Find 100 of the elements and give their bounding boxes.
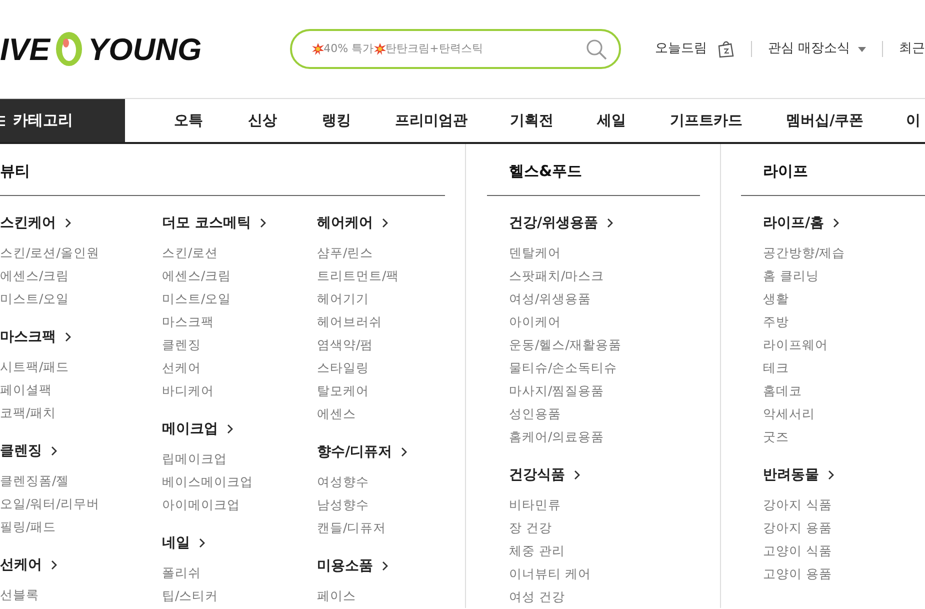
category-link[interactable]: 고양이 용품 <box>763 562 925 585</box>
category-group-link[interactable]: 더모 코스메틱 <box>162 213 266 233</box>
category-link[interactable]: 미스트/오일 <box>162 287 317 310</box>
category-link[interactable]: 스타일링 <box>317 356 457 379</box>
nav-link[interactable]: 오특 <box>174 113 203 130</box>
category-link[interactable]: 홈데코 <box>763 379 925 402</box>
category-link[interactable]: 마사지/찜질용품 <box>509 379 709 402</box>
category-group-link[interactable]: 향수/디퓨저 <box>317 442 408 462</box>
category-link[interactable]: 염색약/펌 <box>317 333 457 356</box>
nav-link[interactable]: 신상 <box>248 113 277 130</box>
category-link[interactable]: 이너뷰티 케어 <box>509 562 709 585</box>
category-group-link[interactable]: 헤어케어 <box>317 213 388 233</box>
category-link[interactable]: 홈케어/의료용품 <box>509 425 709 448</box>
category-group-link[interactable]: 클렌징 <box>0 441 57 461</box>
category-group-link[interactable]: 라이프/홈 <box>763 213 840 233</box>
category-link[interactable]: 남성향수 <box>317 493 457 516</box>
header-link[interactable]: 오늘드림 <box>654 39 735 59</box>
logo-o-icon[interactable] <box>54 30 84 68</box>
category-link[interactable]: 공간방향/제습 <box>763 241 925 264</box>
category-link[interactable]: 페이셜팩 <box>0 378 162 401</box>
category-link[interactable]: 베이스메이크업 <box>162 470 317 493</box>
category-group-link[interactable]: 마스크팩 <box>0 327 71 347</box>
category-group-link[interactable]: 메이크업 <box>162 419 233 439</box>
nav-link[interactable]: 기획전 <box>510 113 554 130</box>
category-group-link[interactable]: 선케어 <box>0 555 57 575</box>
category-link[interactable]: 클렌징폼/젤 <box>0 469 162 492</box>
category-link[interactable]: 스팟패치/마스크 <box>509 264 709 287</box>
nav-link[interactable]: 프리미엄관 <box>395 113 468 130</box>
category-link[interactable]: 에센스/크림 <box>0 264 162 287</box>
menu-icon <box>0 114 5 126</box>
category-link[interactable]: 강아지 용품 <box>763 516 925 539</box>
category-link[interactable]: 스킨/로션 <box>162 241 317 264</box>
category-link[interactable]: 물티슈/손소독티슈 <box>509 356 709 379</box>
category-link[interactable]: 고양이 식품 <box>763 539 925 562</box>
category-link[interactable]: 강아지 식품 <box>763 493 925 516</box>
logo-text[interactable]: IVE <box>0 34 50 64</box>
search-field[interactable]: 40% 특가 탄탄크림+탄력스틱 <box>290 29 621 69</box>
category-link[interactable]: 미스트/오일 <box>0 287 162 310</box>
category-link[interactable]: 탈모케어 <box>317 379 457 402</box>
category-link[interactable]: 코팩/패치 <box>0 401 162 424</box>
category-link[interactable]: 장 건강 <box>509 516 709 539</box>
category-link[interactable]: 에센스/크림 <box>162 264 317 287</box>
category-link[interactable]: 라이프웨어 <box>763 333 925 356</box>
category-link[interactable]: 여성 건강 <box>509 585 709 608</box>
logo-text[interactable]: YOUNG <box>88 34 202 64</box>
category-link[interactable]: 립메이크업 <box>162 447 317 470</box>
category-link[interactable]: 페이스 <box>317 584 457 607</box>
category-link[interactable]: 바디케어 <box>162 379 317 402</box>
category-group-link[interactable]: 미용소품 <box>317 556 388 576</box>
category-link[interactable]: 에센스 <box>317 402 457 425</box>
category-link[interactable]: 성인용품 <box>509 402 709 425</box>
chevron-right-icon <box>65 332 71 342</box>
category-link[interactable]: 주방 <box>763 310 925 333</box>
category-link[interactable]: 폴리쉬 <box>162 561 317 584</box>
category-link[interactable]: 체중 관리 <box>509 539 709 562</box>
category-button[interactable]: 카테고리 <box>0 99 125 142</box>
category-link[interactable]: 팁/스티커 <box>162 584 317 607</box>
category-link[interactable]: 캔들/디퓨저 <box>317 516 457 539</box>
category-link[interactable]: 여성향수 <box>317 470 457 493</box>
category-link[interactable]: 테크 <box>763 356 925 379</box>
category-group-link[interactable]: 네일 <box>162 533 205 553</box>
category-link[interactable]: 아이케어 <box>509 310 709 333</box>
section-heading: 헬스&푸드 <box>487 144 700 196</box>
chevron-right-icon <box>65 218 71 228</box>
nav-link[interactable]: 이 <box>906 113 920 130</box>
chevron-right-icon <box>607 218 614 228</box>
category-link[interactable]: 헤어기기 <box>317 287 457 310</box>
category-link[interactable]: 악세서리 <box>763 402 925 425</box>
category-link[interactable]: 홈 클리닝 <box>763 264 925 287</box>
nav-link[interactable]: 기프트카드 <box>670 113 742 130</box>
nav-link[interactable]: 랭킹 <box>322 113 351 130</box>
category-link[interactable]: 운동/헬스/재활용품 <box>509 333 709 356</box>
explosion-icon <box>374 43 386 55</box>
category-link[interactable]: 선블록 <box>0 583 162 606</box>
header-link[interactable]: 최근 <box>899 39 925 59</box>
search-icon[interactable] <box>586 38 607 60</box>
category-link[interactable]: 덴탈케어 <box>509 241 709 264</box>
category-link[interactable]: 여성/위생용품 <box>509 287 709 310</box>
category-link[interactable]: 오일/워터/리무버 <box>0 492 162 515</box>
category-link[interactable]: 선케어 <box>162 356 317 379</box>
category-link[interactable]: 생활 <box>763 287 925 310</box>
chevron-right-icon <box>51 446 57 456</box>
category-link[interactable]: 트리트먼트/팩 <box>317 264 457 287</box>
category-link[interactable]: 시트팩/패드 <box>0 355 162 378</box>
category-link[interactable]: 필링/패드 <box>0 515 162 538</box>
nav-link[interactable]: 멤버십/쿠폰 <box>786 113 864 130</box>
category-group-link[interactable]: 건강식품 <box>509 465 580 485</box>
category-group-link[interactable]: 건강/위생용품 <box>509 213 614 233</box>
category-link[interactable]: 클렌징 <box>162 333 317 356</box>
category-group-link[interactable]: 반려동물 <box>763 465 834 485</box>
category-link[interactable]: 스킨/로션/올인원 <box>0 241 162 264</box>
category-link[interactable]: 아이메이크업 <box>162 493 317 516</box>
category-link[interactable]: 헤어브러쉬 <box>317 310 457 333</box>
category-group-link[interactable]: 스킨케어 <box>0 213 71 233</box>
category-link[interactable]: 굿즈 <box>763 425 925 448</box>
category-link[interactable]: 비타민류 <box>509 493 709 516</box>
category-link[interactable]: 샴푸/린스 <box>317 241 457 264</box>
category-link[interactable]: 마스크팩 <box>162 310 317 333</box>
header-link[interactable]: 관심 매장소식 <box>768 39 866 59</box>
nav-link[interactable]: 세일 <box>597 113 626 130</box>
